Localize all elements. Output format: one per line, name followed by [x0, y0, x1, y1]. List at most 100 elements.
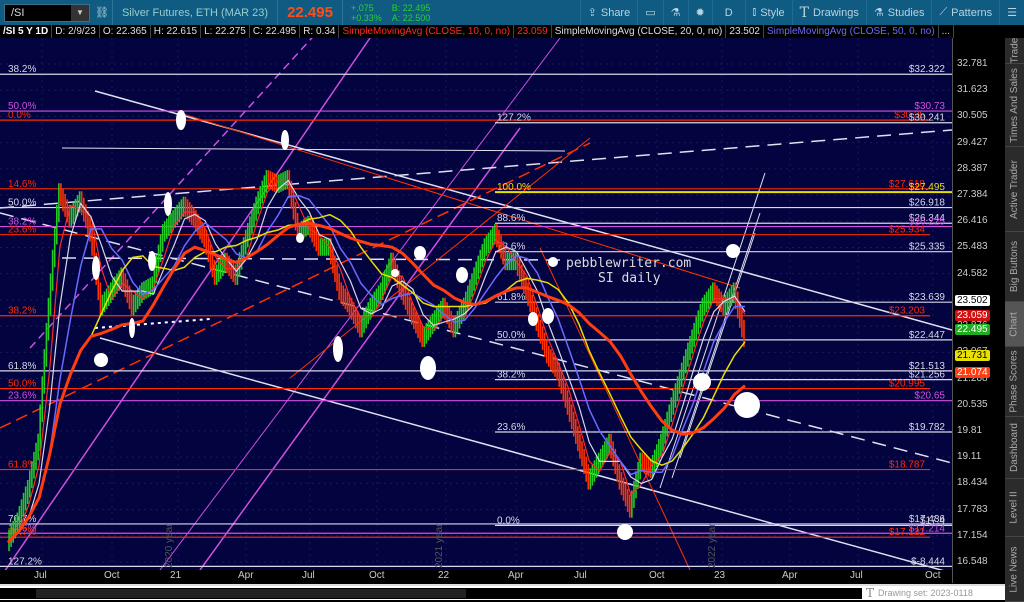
tab-live-news[interactable]: Live News: [1005, 537, 1024, 602]
trendline: [61, 257, 561, 261]
net-change: +.075 +0.33%: [346, 3, 387, 23]
x-tick-label: Jul: [302, 570, 315, 581]
fib-level-price: $25.335: [909, 242, 946, 253]
period-button[interactable]: D: [711, 0, 745, 25]
change-value: +.075: [350, 2, 374, 13]
horizontal-scrollbar[interactable]: [0, 584, 1005, 600]
legend-more[interactable]: ...: [939, 25, 954, 38]
scrollbar-thumb[interactable]: [36, 589, 466, 598]
tab-trade[interactable]: Trade: [1005, 38, 1024, 64]
x-tick-label: Oct: [649, 570, 665, 581]
marker-dot: [92, 256, 100, 280]
fib-level-pct: 23.6%: [8, 391, 36, 402]
chevron-down-icon[interactable]: ▼: [71, 4, 89, 21]
fib-level-price: $26.918: [909, 198, 946, 209]
alert-button[interactable]: ▭: [637, 0, 662, 25]
time-axis[interactable]: Jul Oct 21 Apr Jul Oct 22 Apr Jul Oct 23 Apr Jul Oct: [0, 570, 952, 583]
instrument-description: Silver Futures, ETH (MAR 23): [121, 6, 269, 19]
marker-dot: [734, 392, 760, 418]
gear-icon: ✹: [695, 7, 705, 19]
x-tick-label: Oct: [369, 570, 385, 581]
fib-level-pct: 23.6%: [8, 225, 36, 236]
tab-phase-scores[interactable]: Phase Scores: [1005, 347, 1024, 417]
last-price: 22.495: [287, 4, 333, 21]
share-button[interactable]: ⇪ Share: [579, 0, 638, 25]
marker-dot: [420, 356, 436, 380]
settings-button[interactable]: ✹: [687, 0, 712, 25]
marker-dot: [726, 244, 740, 258]
x-tick-label: Jul: [850, 570, 863, 581]
watermark-site: pebblewriter.com: [566, 256, 691, 271]
patterns-button[interactable]: ⟋ Patterns: [931, 0, 999, 25]
tab-level-ii[interactable]: Level II: [1005, 479, 1024, 537]
tab-dashboard[interactable]: Dashboard: [1005, 417, 1024, 479]
chart-canvas: 38.2% $32.32250.0% $30.730.0% $30.35127.2% $…: [0, 38, 952, 570]
marker-dot: [693, 373, 711, 391]
drawing-set-label: Drawing set: 2023-0118: [878, 588, 973, 598]
pattern-icon: ⟋: [939, 6, 948, 18]
fib-level-pct: 88.6%: [497, 213, 525, 224]
tab-chart[interactable]: Chart: [1005, 302, 1024, 347]
fib-level-pct: 38.2%: [8, 64, 36, 75]
legend-range: R: 0.34: [300, 25, 340, 38]
tab-label: Dashboard: [1009, 423, 1021, 472]
fib-level-price: $19.782: [909, 422, 946, 433]
x-tick-label: Jul: [574, 570, 587, 581]
y-tick-label: 30.505: [957, 110, 988, 122]
fib-level-pct: 0.0%: [497, 515, 520, 526]
flask-icon: ⚗: [670, 7, 681, 19]
drawings-label: Drawings: [813, 6, 859, 19]
x-tick-label: 23: [714, 570, 726, 581]
marker-dot: [456, 267, 468, 283]
y-tick-label: 28.387: [957, 162, 988, 174]
fib-level-price: $20.65: [914, 391, 945, 402]
price-axis[interactable]: 32.781 31.623 30.505 29.427 28.387 27.384 26.4…: [952, 38, 1005, 583]
marker-dot: [414, 246, 426, 260]
y-tick-label: 29.427: [957, 136, 988, 148]
marker-dot: [391, 269, 399, 277]
y-tick-label: 31.623: [957, 84, 988, 96]
trendline: [61, 147, 566, 152]
y-tick-label: 16.548: [957, 556, 988, 568]
drawing-set-selector[interactable]: T Drawing set: 2023-0118: [862, 586, 1005, 600]
x-tick-label: 22: [438, 570, 450, 581]
text-tool-icon: T: [799, 4, 810, 21]
fib-level-pct: 38.2%: [8, 306, 36, 317]
tab-big-buttons[interactable]: Big Buttons: [1005, 232, 1024, 302]
tab-label: Active Trader: [1009, 159, 1021, 219]
price-chart[interactable]: 38.2% $32.322 50.0% $30.73 0.0% $30.35 127.2% $…: [0, 38, 952, 570]
watermark-label: SI daily: [598, 271, 661, 286]
price-badge: 21.731: [955, 350, 990, 361]
alert-icon: ▭: [645, 7, 656, 19]
marker-dot: [281, 130, 289, 150]
flask-icon: ⚗: [873, 7, 884, 19]
legend-sma10: SimpleMovingAvg (CLOSE, 10, 0, no): [339, 25, 515, 38]
fib-level-price: $20.995: [889, 379, 926, 390]
studies-button[interactable]: ⚗ Studies: [865, 0, 932, 25]
legend-sma10-value: 23.059: [514, 25, 552, 38]
flask-button[interactable]: ⚗: [662, 0, 688, 25]
price-badge: 22.495: [955, 324, 990, 335]
legend-open: O: 22.365: [100, 25, 151, 38]
marker-dot: [528, 312, 538, 326]
tab-active-trader[interactable]: Active Trader: [1005, 147, 1024, 232]
tab-label: Chart: [1009, 311, 1021, 337]
legend-close: C: 22.495: [250, 25, 301, 38]
style-button[interactable]: ⫾ Style: [744, 0, 792, 25]
symbol-input[interactable]: /SI ▼: [4, 3, 90, 22]
tab-times-and-sales[interactable]: Times And Sales: [1005, 64, 1024, 147]
fib-level-pct: 50.0%: [8, 198, 36, 209]
marker-dot: [542, 308, 554, 324]
fib-levels: 38.2% $32.32250.0% $30.730.0% $30.35127.2% $…: [0, 64, 952, 567]
fib-level-pct: 50.0%: [8, 379, 36, 390]
change-percent: +0.33%: [350, 12, 382, 23]
tab-label: Big Buttons: [1009, 240, 1020, 293]
link-icon[interactable]: ⛓: [95, 6, 109, 19]
toolbar: /SI ▼ ⛓ Silver Futures, ETH (MAR 23) 22.4…: [0, 0, 1024, 25]
x-tick-label: Apr: [238, 570, 254, 581]
x-tick-label: Oct: [925, 570, 941, 581]
y-tick-label: 18.434: [957, 477, 988, 489]
drawings-button[interactable]: T Drawings: [791, 0, 866, 25]
x-tick-label: 21: [170, 570, 182, 581]
menu-button[interactable]: ☰: [999, 0, 1024, 25]
